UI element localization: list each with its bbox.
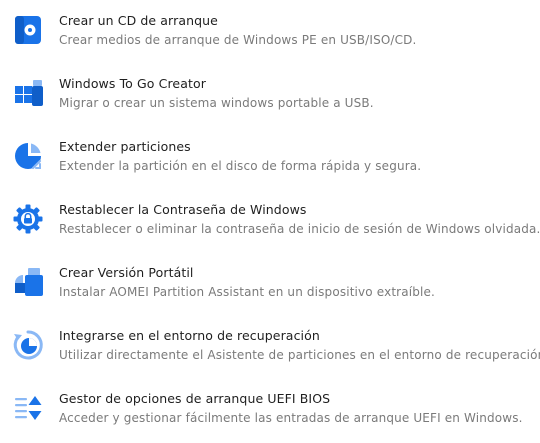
tool-title: Crear un CD de arranque: [59, 13, 218, 28]
windows-to-go-icon: [12, 77, 44, 109]
tool-item-reset-password[interactable]: Restablecer la Contraseña de Windows Res…: [0, 191, 540, 254]
tools-list: Crear un CD de arranque Crear medios de …: [0, 0, 540, 439]
tool-title: Windows To Go Creator: [59, 76, 206, 91]
tool-title: Gestor de opciones de arranque UEFI BIOS: [59, 391, 331, 406]
extend-partition-icon: [12, 140, 44, 172]
tool-title: Integrarse en el entorno de recuperación: [59, 328, 320, 343]
tool-description: Extender la partición en el disco de for…: [59, 159, 422, 173]
tool-item-extend-partition[interactable]: Extender particiones Extender la partici…: [0, 128, 540, 191]
tool-title: Extender particiones: [59, 139, 191, 154]
tool-description: Acceder y gestionar fácilmente las entra…: [59, 411, 523, 425]
tool-item-bootable-cd[interactable]: Crear un CD de arranque Crear medios de …: [0, 2, 540, 65]
tool-description: Utilizar directamente el Asistente de pa…: [59, 348, 540, 362]
portable-version-icon: [12, 266, 44, 298]
tool-description: Instalar AOMEI Partition Assistant en un…: [59, 285, 436, 299]
password-reset-gear-icon: [12, 203, 44, 235]
recovery-environment-icon: [12, 329, 44, 361]
tool-item-recovery-environment[interactable]: Integrarse en el entorno de recuperación…: [0, 317, 540, 380]
bootable-disc-icon: [12, 14, 44, 46]
tool-description: Restablecer o eliminar la contraseña de …: [59, 222, 540, 236]
tool-item-uefi-boot-manager[interactable]: Gestor de opciones de arranque UEFI BIOS…: [0, 380, 540, 443]
tool-title: Crear Versión Portátil: [59, 265, 194, 280]
tool-description: Migrar o crear un sistema windows portab…: [59, 96, 374, 110]
tool-item-portable-version[interactable]: Crear Versión Portátil Instalar AOMEI Pa…: [0, 254, 540, 317]
tool-description: Crear medios de arranque de Windows PE e…: [59, 33, 417, 47]
tool-item-windows-to-go[interactable]: Windows To Go Creator Migrar o crear un …: [0, 65, 540, 128]
tool-title: Restablecer la Contraseña de Windows: [59, 202, 307, 217]
uefi-boot-manager-icon: [12, 392, 44, 424]
